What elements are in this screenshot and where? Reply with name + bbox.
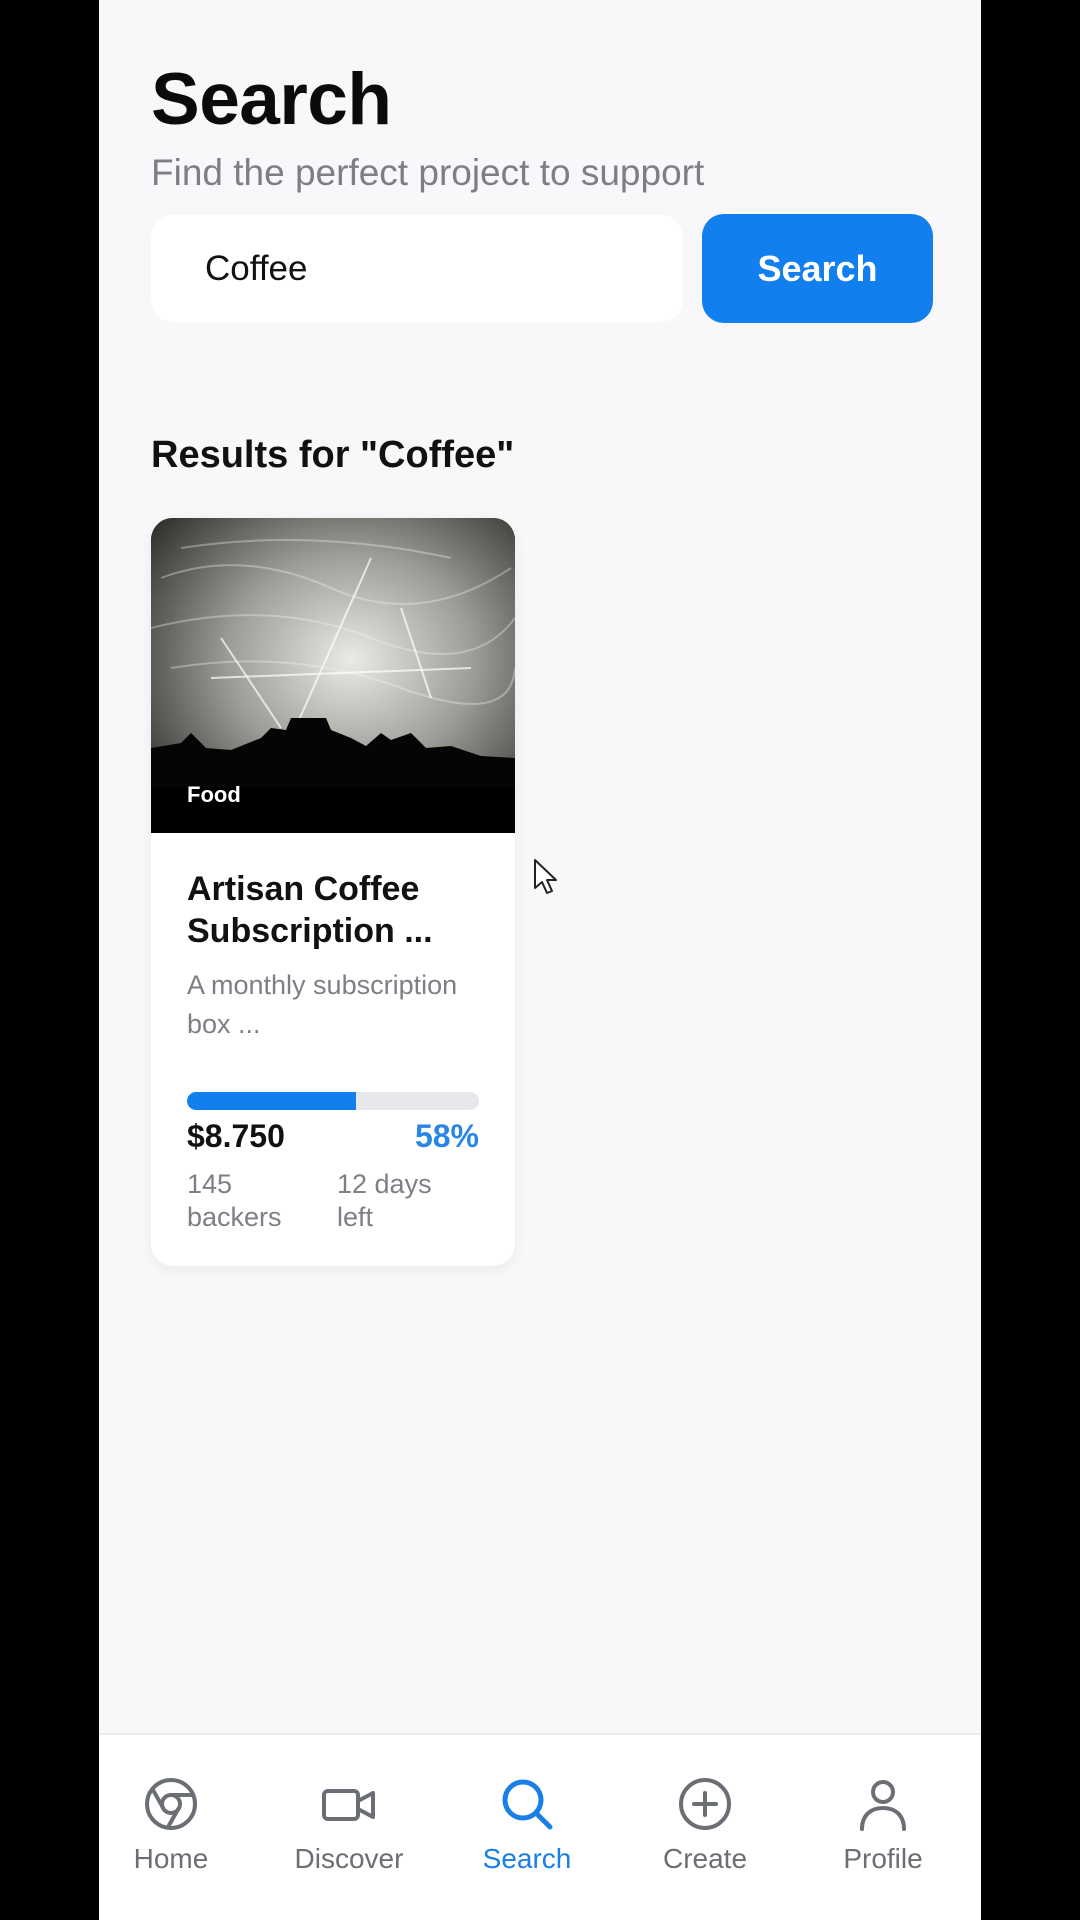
chrome-icon	[145, 1778, 197, 1830]
days-left: 12 days left	[337, 1169, 432, 1232]
page-title: Search	[151, 59, 392, 140]
nav-label-home: Home	[133, 1843, 209, 1874]
search-icon	[502, 1779, 553, 1830]
funding-progress-bar	[187, 1092, 479, 1110]
percent-funded: 58%	[414, 1118, 479, 1154]
category-badge: Food	[187, 782, 241, 807]
video-icon	[322, 1789, 375, 1821]
search-input[interactable]	[151, 215, 683, 322]
nav-item-profile[interactable]: Profile	[794, 1775, 972, 1895]
results-heading: Results for "Coffee"	[151, 434, 515, 476]
nav-label-profile: Profile	[843, 1843, 923, 1874]
nav-item-discover[interactable]: Discover	[260, 1775, 438, 1895]
user-icon	[860, 1780, 906, 1831]
project-title: Artisan Coffee Subscription ...	[187, 870, 433, 950]
search-button[interactable]: Search	[702, 214, 933, 323]
page-subtitle: Find the perfect project to support	[151, 152, 705, 193]
plus-circle-icon	[679, 1778, 731, 1830]
backers-count: 145 backers	[187, 1169, 282, 1232]
funding-progress-fill	[187, 1092, 357, 1110]
amount-raised: $8.750	[187, 1118, 285, 1154]
nav-label-discover: Discover	[294, 1843, 404, 1874]
nav-label-create: Create	[662, 1843, 748, 1874]
project-description: A monthly subscription box ...	[187, 970, 458, 1039]
app-screen: Search Find the perfect project to suppo…	[99, 0, 981, 1920]
nav-item-search[interactable]: Search	[438, 1775, 616, 1895]
nav-label-search: Search	[482, 1843, 572, 1874]
project-card[interactable]: Food Artisan Coffee Subscription ... A m…	[151, 518, 515, 1266]
bottom-navigation: Home Discover Search Create Profile	[99, 1733, 981, 1920]
mouse-cursor-icon	[533, 858, 559, 901]
project-image: Food	[151, 518, 515, 833]
nav-item-create[interactable]: Create	[616, 1775, 794, 1895]
nav-item-home[interactable]: Home	[99, 1775, 260, 1895]
